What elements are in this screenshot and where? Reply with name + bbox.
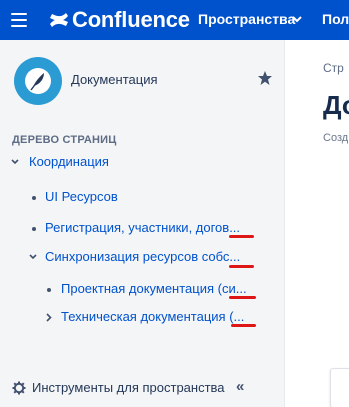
tree-item-label[interactable]: Координация xyxy=(29,154,109,169)
tree-item-label[interactable]: Синхронизация ресурсов собс... xyxy=(45,249,240,264)
tree-item-label[interactable]: Техническая документация (... xyxy=(61,309,244,324)
chevron-down-icon[interactable] xyxy=(292,16,302,23)
bullet-icon xyxy=(32,196,36,200)
confluence-logo-icon xyxy=(50,13,68,27)
annotation-underline xyxy=(231,324,256,327)
top-navigation-bar: Confluence Пространства Пол xyxy=(0,0,349,40)
nav-spaces-menu[interactable]: Пространства xyxy=(198,11,295,27)
chevron-down-icon[interactable] xyxy=(11,159,19,165)
annotation-underline xyxy=(229,235,254,238)
menu-icon[interactable] xyxy=(11,13,27,27)
page-byline: Созд xyxy=(323,132,349,144)
space-sidebar: Документация ДЕРЕВО СТРАНИЦ Координация … xyxy=(0,40,285,407)
space-tools-footer: Инструменты для пространства « xyxy=(0,372,284,407)
app-brand[interactable]: Confluence xyxy=(72,7,190,33)
annotation-underline xyxy=(229,265,254,268)
chevron-right-icon[interactable] xyxy=(46,313,52,322)
space-name-link[interactable]: Документация xyxy=(71,72,158,87)
collapse-sidebar-icon[interactable]: « xyxy=(236,378,244,395)
space-avatar[interactable] xyxy=(14,57,62,105)
tree-item-label[interactable]: Регистрация, участники, догов... xyxy=(45,220,240,235)
space-tools-button[interactable]: Инструменты для пространства xyxy=(32,380,225,395)
bullet-icon xyxy=(32,227,36,231)
chevron-down-icon[interactable] xyxy=(29,254,37,260)
nav-people-menu[interactable]: Пол xyxy=(322,11,349,27)
breadcrumb[interactable]: Стр xyxy=(323,61,344,75)
main-content: Стр До Созд xyxy=(286,40,349,407)
floating-panel[interactable] xyxy=(330,368,349,407)
tree-item-coordination[interactable]: Координация xyxy=(0,154,284,172)
bullet-icon xyxy=(47,288,51,292)
tree-item-label[interactable]: Проектная документация (си... xyxy=(61,281,247,296)
star-icon[interactable] xyxy=(257,70,273,86)
gear-icon[interactable] xyxy=(12,381,26,395)
tree-item-label[interactable]: UI Ресурсов xyxy=(45,189,118,204)
feather-icon xyxy=(30,73,44,91)
page-title: До xyxy=(323,90,349,120)
page-tree-heading: ДЕРЕВО СТРАНИЦ xyxy=(12,134,117,146)
annotation-underline xyxy=(229,296,256,299)
tree-item-ui-resources[interactable]: UI Ресурсов xyxy=(0,189,284,207)
